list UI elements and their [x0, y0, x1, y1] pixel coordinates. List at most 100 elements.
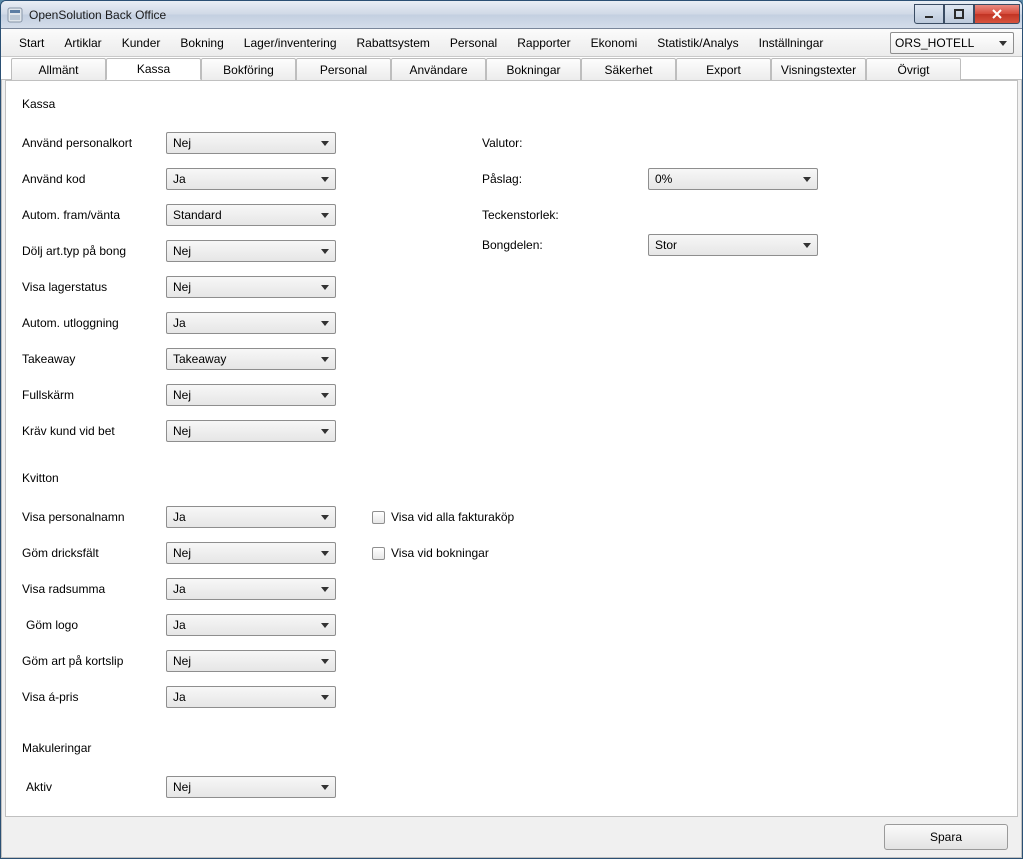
database-selector-value: ORS_HOTELL	[895, 36, 974, 50]
tab-bar: Allmänt Kassa Bokföring Personal Använda…	[1, 57, 1022, 80]
menu-bokning[interactable]: Bokning	[170, 32, 233, 54]
combo-value: Ja	[173, 690, 186, 704]
label-fullskarm: Fullskärm	[22, 388, 166, 402]
tab-personal[interactable]: Personal	[296, 58, 391, 80]
tab-anvandare[interactable]: Användare	[391, 58, 486, 80]
combo-fullskarm[interactable]: Nej	[166, 384, 336, 406]
window-title: OpenSolution Back Office	[29, 8, 166, 22]
section-title-makuleringar: Makuleringar	[22, 741, 1001, 755]
tab-export[interactable]: Export	[676, 58, 771, 80]
tab-label: Övrigt	[897, 63, 929, 77]
tab-ovrigt[interactable]: Övrigt	[866, 58, 961, 80]
menu-installningar[interactable]: Inställningar	[749, 32, 834, 54]
combo-value: Ja	[173, 510, 186, 524]
combo-paslag[interactable]: 0%	[648, 168, 818, 190]
label-autom-fram-vanta: Autom. fram/vänta	[22, 208, 166, 222]
menu-lager[interactable]: Lager/inventering	[234, 32, 347, 54]
close-button[interactable]	[974, 4, 1020, 24]
label-visa-lagerstatus: Visa lagerstatus	[22, 280, 166, 294]
combo-gom-dricksfalt[interactable]: Nej	[166, 542, 336, 564]
tab-visningstexter[interactable]: Visningstexter	[771, 58, 866, 80]
menu-personal[interactable]: Personal	[440, 32, 507, 54]
combo-value: Nej	[173, 546, 191, 560]
save-button[interactable]: Spara	[884, 824, 1008, 850]
label-anvand-personalkort: Använd personalkort	[22, 136, 166, 150]
combo-value: Nej	[173, 136, 191, 150]
combo-value: Nej	[173, 244, 191, 258]
combo-value: Nej	[173, 780, 191, 794]
label-gom-dricksfalt: Göm dricksfält	[22, 546, 166, 560]
maximize-button[interactable]	[944, 4, 974, 24]
label-visa-personalnamn: Visa personalnamn	[22, 510, 166, 524]
label-bongdelen: Bongdelen:	[482, 238, 648, 252]
label-paslag: Påslag:	[482, 172, 648, 186]
tab-sakerhet[interactable]: Säkerhet	[581, 58, 676, 80]
combo-value: Nej	[173, 388, 191, 402]
combo-gom-art-kortslip[interactable]: Nej	[166, 650, 336, 672]
label-aktiv: Aktiv	[22, 780, 166, 794]
footer-bar: Spara	[5, 819, 1018, 855]
content-scroll[interactable]: Kassa Använd personalkort Nej Använd kod J…	[6, 81, 1017, 816]
menu-kunder[interactable]: Kunder	[112, 32, 171, 54]
label-krav-kund-vid-bet: Kräv kund vid bet	[22, 424, 166, 438]
combo-visa-radsumma[interactable]: Ja	[166, 578, 336, 600]
tab-label: Export	[706, 63, 741, 77]
combo-value: Nej	[173, 424, 191, 438]
label-visa-apris: Visa á-pris	[22, 690, 166, 704]
combo-value: Nej	[173, 654, 191, 668]
titlebar: OpenSolution Back Office	[1, 1, 1022, 29]
menu-rapporter[interactable]: Rapporter	[507, 32, 580, 54]
combo-gom-logo[interactable]: Ja	[166, 614, 336, 636]
section-title-kvitton: Kvitton	[22, 471, 1001, 485]
tab-bokningar[interactable]: Bokningar	[486, 58, 581, 80]
minimize-button[interactable]	[914, 4, 944, 24]
label-visa-vid-bokningar: Visa vid bokningar	[391, 546, 489, 560]
combo-visa-personalnamn[interactable]: Ja	[166, 506, 336, 528]
tab-label: Personal	[320, 63, 367, 77]
combo-value: Standard	[173, 208, 222, 222]
label-anvand-kod: Använd kod	[22, 172, 166, 186]
app-window: OpenSolution Back Office Start Artiklar …	[0, 0, 1023, 859]
combo-krav-kund-vid-bet[interactable]: Nej	[166, 420, 336, 442]
checkbox-visa-vid-bokningar[interactable]	[372, 547, 385, 560]
tab-label: Visningstexter	[781, 63, 856, 77]
combo-value: Takeaway	[173, 352, 226, 366]
combo-value: 0%	[655, 172, 672, 186]
menu-start[interactable]: Start	[9, 32, 54, 54]
menu-ekonomi[interactable]: Ekonomi	[581, 32, 648, 54]
combo-dolj-arttyp-bong[interactable]: Nej	[166, 240, 336, 262]
menu-statistik[interactable]: Statistik/Analys	[647, 32, 748, 54]
label-dolj-arttyp-bong: Dölj art.typ på bong	[22, 244, 166, 258]
combo-anvand-kod[interactable]: Ja	[166, 168, 336, 190]
combo-value: Ja	[173, 316, 186, 330]
combo-aktiv[interactable]: Nej	[166, 776, 336, 798]
combo-autom-utloggning[interactable]: Ja	[166, 312, 336, 334]
tab-label: Allmänt	[38, 63, 78, 77]
label-autom-utloggning: Autom. utloggning	[22, 316, 166, 330]
combo-value: Ja	[173, 582, 186, 596]
label-gom-logo: Göm logo	[22, 618, 166, 632]
combo-value: Ja	[173, 172, 186, 186]
app-icon	[7, 7, 23, 23]
label-valutor: Valutor:	[482, 136, 648, 150]
label-teckenstorlek: Teckenstorlek:	[482, 208, 648, 222]
section-title-kassa: Kassa	[22, 97, 1001, 111]
combo-bongdelen[interactable]: Stor	[648, 234, 818, 256]
checkbox-visa-alla-fakturakop[interactable]	[372, 511, 385, 524]
tab-kassa[interactable]: Kassa	[106, 58, 201, 80]
menu-rabattsystem[interactable]: Rabattsystem	[347, 32, 440, 54]
tab-bokforing[interactable]: Bokföring	[201, 58, 296, 80]
combo-autom-fram-vanta[interactable]: Standard	[166, 204, 336, 226]
combo-value: Nej	[173, 280, 191, 294]
combo-visa-apris[interactable]: Ja	[166, 686, 336, 708]
combo-anvand-personalkort[interactable]: Nej	[166, 132, 336, 154]
combo-visa-lagerstatus[interactable]: Nej	[166, 276, 336, 298]
tab-allmant[interactable]: Allmänt	[11, 58, 106, 80]
database-selector[interactable]: ORS_HOTELL	[890, 32, 1014, 54]
label-visa-radsumma: Visa radsumma	[22, 582, 166, 596]
tab-label: Kassa	[137, 62, 170, 76]
combo-takeaway[interactable]: Takeaway	[166, 348, 336, 370]
combo-value: Stor	[655, 238, 677, 252]
menu-artiklar[interactable]: Artiklar	[54, 32, 111, 54]
tab-label: Säkerhet	[604, 63, 652, 77]
